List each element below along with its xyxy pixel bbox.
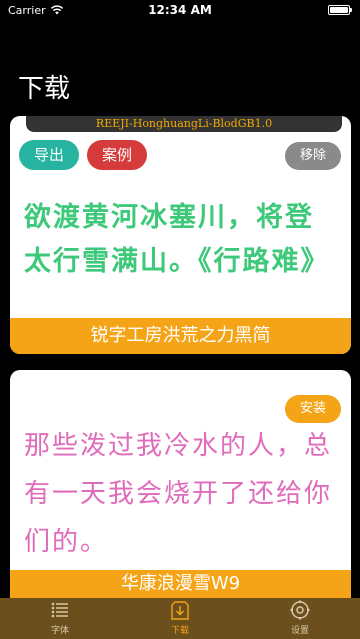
carrier-label: Carrier xyxy=(8,3,46,17)
font-sample-text: 那些泼过我冷水的人，总有一天我会烧开了还给你们的。 xyxy=(24,431,333,557)
install-button[interactable]: 安装 xyxy=(285,395,341,423)
tab-label: 设置 xyxy=(290,626,309,636)
font-card: 安装 那些泼过我冷水的人，总有一天我会烧开了还给你们的。 华康浪漫雪W9 xyxy=(10,370,351,598)
font-id-banner: REEJI-HonghuangLi-BlodGB1.0 xyxy=(26,116,342,132)
tab-bar: 字体 下载 设置 xyxy=(0,598,360,639)
tab-fonts[interactable]: 字体 xyxy=(0,598,120,639)
download-icon xyxy=(171,601,189,620)
tab-label: 字体 xyxy=(50,626,69,636)
page-title: 下载 xyxy=(18,74,71,104)
status-bar: Carrier 12:34 AM xyxy=(0,0,360,20)
wifi-icon xyxy=(50,5,63,15)
status-left: Carrier xyxy=(8,4,64,17)
gear-icon xyxy=(290,600,310,620)
font-card: REEJI-HonghuangLi-BlodGB1.0 导出 案例 移除 欲渡黄… xyxy=(10,116,351,354)
export-button[interactable]: 导出 xyxy=(19,140,79,170)
remove-button[interactable]: 移除 xyxy=(285,142,341,170)
tab-settings[interactable]: 设置 xyxy=(240,598,360,639)
example-button[interactable]: 案例 xyxy=(87,140,147,170)
list-icon xyxy=(51,602,68,618)
font-sample-text: 欲渡黄河冰塞川，将登太行雪满山。《行路难》 xyxy=(24,202,330,277)
tab-downloads[interactable]: 下载 xyxy=(120,598,240,639)
font-name-label: 锐字工房洪荒之力黑简 xyxy=(10,318,351,354)
tab-label: 下载 xyxy=(170,626,189,636)
battery-icon xyxy=(328,5,352,15)
font-name-label: 华康浪漫雪W9 xyxy=(10,570,351,598)
